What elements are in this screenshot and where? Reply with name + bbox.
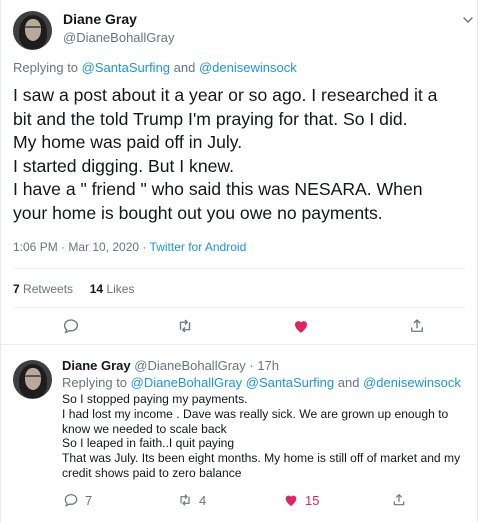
- reply-button[interactable]: 7: [63, 490, 92, 510]
- tweet-text-line: I saw a post about it a year or so ago. …: [13, 85, 438, 105]
- reply-text-line: That was July. Its been eight months. My…: [62, 451, 461, 466]
- replying-joiner: and: [173, 60, 196, 75]
- replying-joiner: and: [337, 375, 360, 390]
- like-icon[interactable]: [291, 316, 311, 336]
- mention-link[interactable]: @denisewinsock: [363, 375, 461, 390]
- like-button[interactable]: 15: [283, 490, 319, 510]
- likes-count: 14: [89, 282, 104, 296]
- retweet-icon: [180, 494, 190, 506]
- divider: [13, 307, 465, 308]
- reply-text-line: So I leaped in faith..I quit paying: [62, 436, 235, 451]
- tweet-timestamp[interactable]: · 17h: [249, 358, 279, 373]
- avatar-glasses: [25, 26, 41, 30]
- reply-text: So I stopped paying my payments. I had l…: [62, 392, 474, 481]
- tweet-text-line: your home is bought out you owe no payme…: [13, 202, 383, 223]
- avatar[interactable]: [13, 11, 52, 50]
- reply-icon: [64, 494, 78, 507]
- tweet-thread: Diane Gray @DianeBohallGray Replying to …: [0, 0, 478, 522]
- mention-link[interactable]: @denisewinsock: [199, 60, 297, 75]
- retweet-icon[interactable]: [175, 316, 195, 336]
- tweet-source-link[interactable]: Twitter for Android: [150, 240, 247, 254]
- like-count: 15: [305, 492, 320, 508]
- reply-count: 7: [85, 492, 93, 508]
- reply-text-line: credit shows paid to zero balance: [62, 465, 242, 480]
- tweet-text: I saw a post about it a year or so ago. …: [13, 84, 473, 225]
- share-icon: [393, 494, 405, 506]
- share-icon[interactable]: [407, 316, 427, 336]
- author-handle[interactable]: @DianeBohallGray: [134, 358, 245, 373]
- avatar-face: [25, 19, 41, 41]
- likes-stat[interactable]: 14 Likes: [90, 282, 135, 296]
- mention-link[interactable]: @SantaSurfing: [246, 375, 334, 390]
- tweet-text-line: I have a " friend " who said this was NE…: [13, 179, 423, 199]
- reply-text-line: know we needed to scale back: [62, 421, 227, 436]
- tweet-meta: 1:06 PM · Mar 10, 2020 · Twitter for And…: [13, 240, 246, 254]
- retweets-stat[interactable]: 7 Retweets: [13, 282, 73, 296]
- retweets-label: Retweets: [23, 282, 74, 296]
- author-name[interactable]: Diane Gray: [62, 358, 131, 373]
- replying-prefix: Replying to: [13, 60, 79, 75]
- author-name[interactable]: Diane Gray: [63, 11, 137, 27]
- author-handle[interactable]: @DianeBohallGray: [63, 30, 174, 45]
- avatar[interactable]: [13, 360, 52, 399]
- reply-text-line: I had lost my income . Dave was really s…: [62, 406, 449, 421]
- mention-link[interactable]: @DianeBohallGray: [131, 375, 242, 390]
- retweets-count: 7: [13, 282, 20, 296]
- replying-to: Replying to @SantaSurfing and @denisewin…: [13, 60, 297, 75]
- like-icon: [285, 495, 297, 506]
- tweet-text-line: I started digging. But I knew.: [13, 155, 235, 176]
- tweet-text-line: My home was paid off in July.: [13, 132, 243, 152]
- avatar-glasses: [25, 375, 41, 379]
- reply-text-line: So I stopped paying my payments.: [62, 392, 248, 406]
- tweet-stats: 7 Retweets 14 Likes: [13, 282, 134, 296]
- divider: [13, 268, 465, 269]
- mention-link[interactable]: @SantaSurfing: [82, 60, 170, 75]
- tweet-text-line: bit and the told Trump I'm praying for t…: [13, 108, 408, 129]
- tweet-timestamp[interactable]: 1:06 PM · Mar 10, 2020 ·: [13, 240, 146, 254]
- reply-action-bar: 7 4 15: [1, 490, 477, 512]
- retweet-button[interactable]: 4: [177, 490, 206, 510]
- share-button[interactable]: [391, 490, 407, 510]
- replying-to: Replying to @DianeBohallGray @SantaSurfi…: [62, 375, 461, 390]
- tweet-action-bar: [1, 316, 477, 340]
- avatar-face: [25, 368, 41, 390]
- replying-prefix: Replying to: [62, 375, 128, 390]
- retweet-count: 4: [199, 492, 207, 508]
- reply-icon[interactable]: [61, 316, 81, 336]
- likes-label: Likes: [106, 282, 135, 296]
- chevron-down-icon[interactable]: [463, 12, 473, 23]
- reply-header: Diane Gray @DianeBohallGray · 17h: [62, 358, 279, 373]
